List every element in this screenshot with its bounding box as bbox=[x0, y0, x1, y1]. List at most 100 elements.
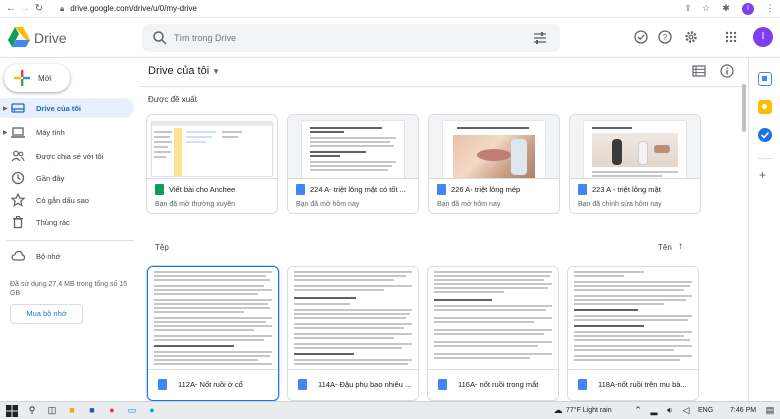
browser-profile-avatar[interactable]: I bbox=[742, 3, 754, 15]
bookmark-star-icon[interactable]: ☆ bbox=[700, 3, 712, 15]
browser-menu-icon[interactable]: ⋮ bbox=[764, 3, 776, 15]
drive-icon bbox=[11, 103, 25, 113]
tasks-icon[interactable] bbox=[758, 128, 772, 142]
folder-icon[interactable]: ■ bbox=[66, 405, 78, 417]
search-input[interactable] bbox=[174, 30, 474, 46]
document-photo bbox=[592, 133, 678, 167]
sidebar-item-label: Gần đây bbox=[36, 174, 65, 183]
file-title: Viết bài cho Anchee bbox=[169, 185, 236, 194]
apps-grid-icon[interactable] bbox=[722, 28, 740, 46]
notifications-icon[interactable]: ▤ bbox=[764, 405, 776, 417]
file-card[interactable]: 114A- Đậu phụ bao nhiêu ... bbox=[287, 266, 419, 401]
sidebar-item-trash[interactable]: Thùng rác bbox=[0, 212, 134, 232]
lock-icon[interactable]: 🔒︎ bbox=[60, 4, 64, 14]
chevron-up-icon[interactable]: ⌃ bbox=[632, 405, 644, 417]
file-card-footer: 112A- Nốt ruồi ở cổ bbox=[148, 369, 278, 400]
sort-direction-arrow-icon[interactable]: ↑ bbox=[678, 241, 683, 252]
skype-icon[interactable]: ● bbox=[146, 405, 158, 417]
suggested-card[interactable]: 223 A - triệt lông mặt Bạn đã chỉnh sửa … bbox=[569, 114, 701, 214]
expand-caret-icon[interactable]: ▶ bbox=[3, 129, 8, 136]
sidebar-item-label: Thùng rác bbox=[36, 218, 70, 227]
suggested-card[interactable]: Viết bài cho Anchee Bạn đã mở thường xuy… bbox=[146, 114, 278, 214]
docs-file-icon bbox=[578, 379, 587, 390]
file-thumbnail bbox=[428, 267, 558, 369]
volume-icon[interactable]: 🔉︎ bbox=[664, 405, 676, 417]
settings-gear-icon[interactable] bbox=[682, 28, 700, 46]
add-addon-icon[interactable]: + bbox=[759, 168, 766, 182]
input-language[interactable]: ENG bbox=[698, 407, 713, 414]
file-thumbnail bbox=[148, 267, 278, 369]
file-thumbnail bbox=[147, 115, 277, 179]
weather-icon[interactable]: ☁ bbox=[552, 405, 564, 417]
sidebar-item-my-drive[interactable]: ▶ Drive của tôi bbox=[0, 98, 134, 118]
drive-logo-icon[interactable] bbox=[8, 27, 30, 47]
buy-storage-button[interactable]: Mua bộ nhớ bbox=[10, 304, 83, 324]
sidebar-item-computers[interactable]: ▶ Máy tính bbox=[0, 122, 134, 142]
list-view-icon[interactable] bbox=[692, 64, 706, 78]
main-scrollbar[interactable] bbox=[741, 82, 747, 382]
chrome-icon[interactable]: ● bbox=[106, 405, 118, 417]
file-name: 118A-nốt ruồi trên mu bà... bbox=[598, 380, 687, 389]
file-activity: Bạn đã mở hôm nay bbox=[296, 201, 360, 208]
docs-file-icon bbox=[438, 379, 447, 390]
app-header: Drive ? I bbox=[0, 18, 780, 58]
sidebar: Mới ▶ Drive của tôi ▶ Máy tính Được chia… bbox=[0, 58, 140, 401]
new-button-label: Mới bbox=[38, 74, 52, 83]
forward-icon[interactable]: → bbox=[18, 3, 32, 14]
network-icon[interactable]: ▂ bbox=[648, 405, 660, 417]
file-activity: Bạn đã chỉnh sửa hôm nay bbox=[578, 201, 662, 208]
suggested-section-label: Được đề xuất bbox=[148, 95, 197, 104]
star-icon bbox=[11, 193, 25, 207]
file-card[interactable]: 118A-nốt ruồi trên mu bà... bbox=[567, 266, 699, 401]
clock-time[interactable]: 7:46 PM bbox=[730, 407, 756, 414]
sidebar-item-label: Được chia sẻ với tôi bbox=[36, 152, 104, 161]
address-bar[interactable]: drive.google.com/drive/u/0/my-drive bbox=[70, 4, 197, 13]
file-card-footer: 116A- nốt ruồi trong mắt bbox=[428, 369, 558, 400]
help-icon[interactable]: ? bbox=[656, 28, 674, 46]
weather-text[interactable]: 77°F Light rain bbox=[566, 407, 612, 414]
speaker-icon[interactable]: ◁ bbox=[680, 405, 692, 417]
sidebar-item-storage[interactable]: Bộ nhớ bbox=[0, 246, 134, 266]
back-icon[interactable]: ← bbox=[4, 3, 18, 14]
account-avatar[interactable]: I bbox=[753, 27, 773, 47]
suggested-card[interactable]: 224 A- triệt lông mặt có tốt ... Bạn đã … bbox=[287, 114, 419, 214]
page-title[interactable]: Drive của tôi ▼ bbox=[148, 65, 220, 77]
file-thumbnail bbox=[288, 267, 418, 369]
search-icon[interactable]: ⚲ bbox=[26, 405, 38, 417]
brand-name[interactable]: Drive bbox=[34, 30, 67, 46]
expand-caret-icon[interactable]: ▶ bbox=[3, 105, 8, 112]
docs-file-icon bbox=[437, 184, 446, 195]
share-icon[interactable]: ⇪ bbox=[682, 3, 694, 15]
offline-status-icon[interactable] bbox=[632, 28, 650, 46]
file-title: 226 A- triệt lông mép bbox=[451, 185, 521, 194]
computer-icon bbox=[11, 127, 25, 138]
remote-desktop-icon[interactable]: ▭ bbox=[126, 405, 138, 417]
file-card[interactable]: 112A- Nốt ruồi ở cổ bbox=[147, 266, 279, 401]
browser-toolbar: ← → ↻ 🔒︎ drive.google.com/drive/u/0/my-d… bbox=[0, 0, 780, 18]
windows-start-icon[interactable] bbox=[6, 405, 18, 417]
keep-icon[interactable] bbox=[758, 100, 772, 114]
calendar-icon[interactable] bbox=[758, 72, 772, 86]
search-box[interactable] bbox=[142, 24, 560, 52]
reload-icon[interactable]: ↻ bbox=[32, 3, 46, 14]
sidebar-item-shared[interactable]: Được chia sẻ với tôi bbox=[0, 146, 134, 166]
task-view-icon[interactable]: ◫ bbox=[46, 405, 58, 417]
word-icon[interactable]: ■ bbox=[86, 405, 98, 417]
sidebar-item-recent[interactable]: Gần đây bbox=[0, 168, 134, 188]
file-card[interactable]: 116A- nốt ruồi trong mắt bbox=[427, 266, 559, 401]
sort-by-name-button[interactable]: Tên bbox=[658, 243, 672, 252]
docs-file-icon bbox=[578, 184, 587, 195]
cloud-icon bbox=[11, 250, 25, 261]
scrollbar-thumb[interactable] bbox=[742, 84, 746, 132]
suggested-card[interactable]: 226 A- triệt lông mép Bạn đã mở hôm nay bbox=[428, 114, 560, 214]
new-button[interactable]: Mới bbox=[4, 64, 70, 92]
sidebar-item-label: Có gắn dấu sao bbox=[36, 196, 89, 205]
search-icon[interactable] bbox=[152, 30, 168, 46]
file-activity: Bạn đã mở thường xuyên bbox=[155, 201, 236, 208]
extensions-icon[interactable]: ✱ bbox=[720, 3, 732, 15]
files-section-label: Tệp bbox=[155, 243, 169, 252]
file-title: 223 A - triệt lông mặt bbox=[592, 185, 661, 194]
search-options-icon[interactable] bbox=[532, 30, 548, 46]
sidebar-item-starred[interactable]: Có gắn dấu sao bbox=[0, 190, 134, 210]
info-icon[interactable] bbox=[720, 64, 734, 78]
